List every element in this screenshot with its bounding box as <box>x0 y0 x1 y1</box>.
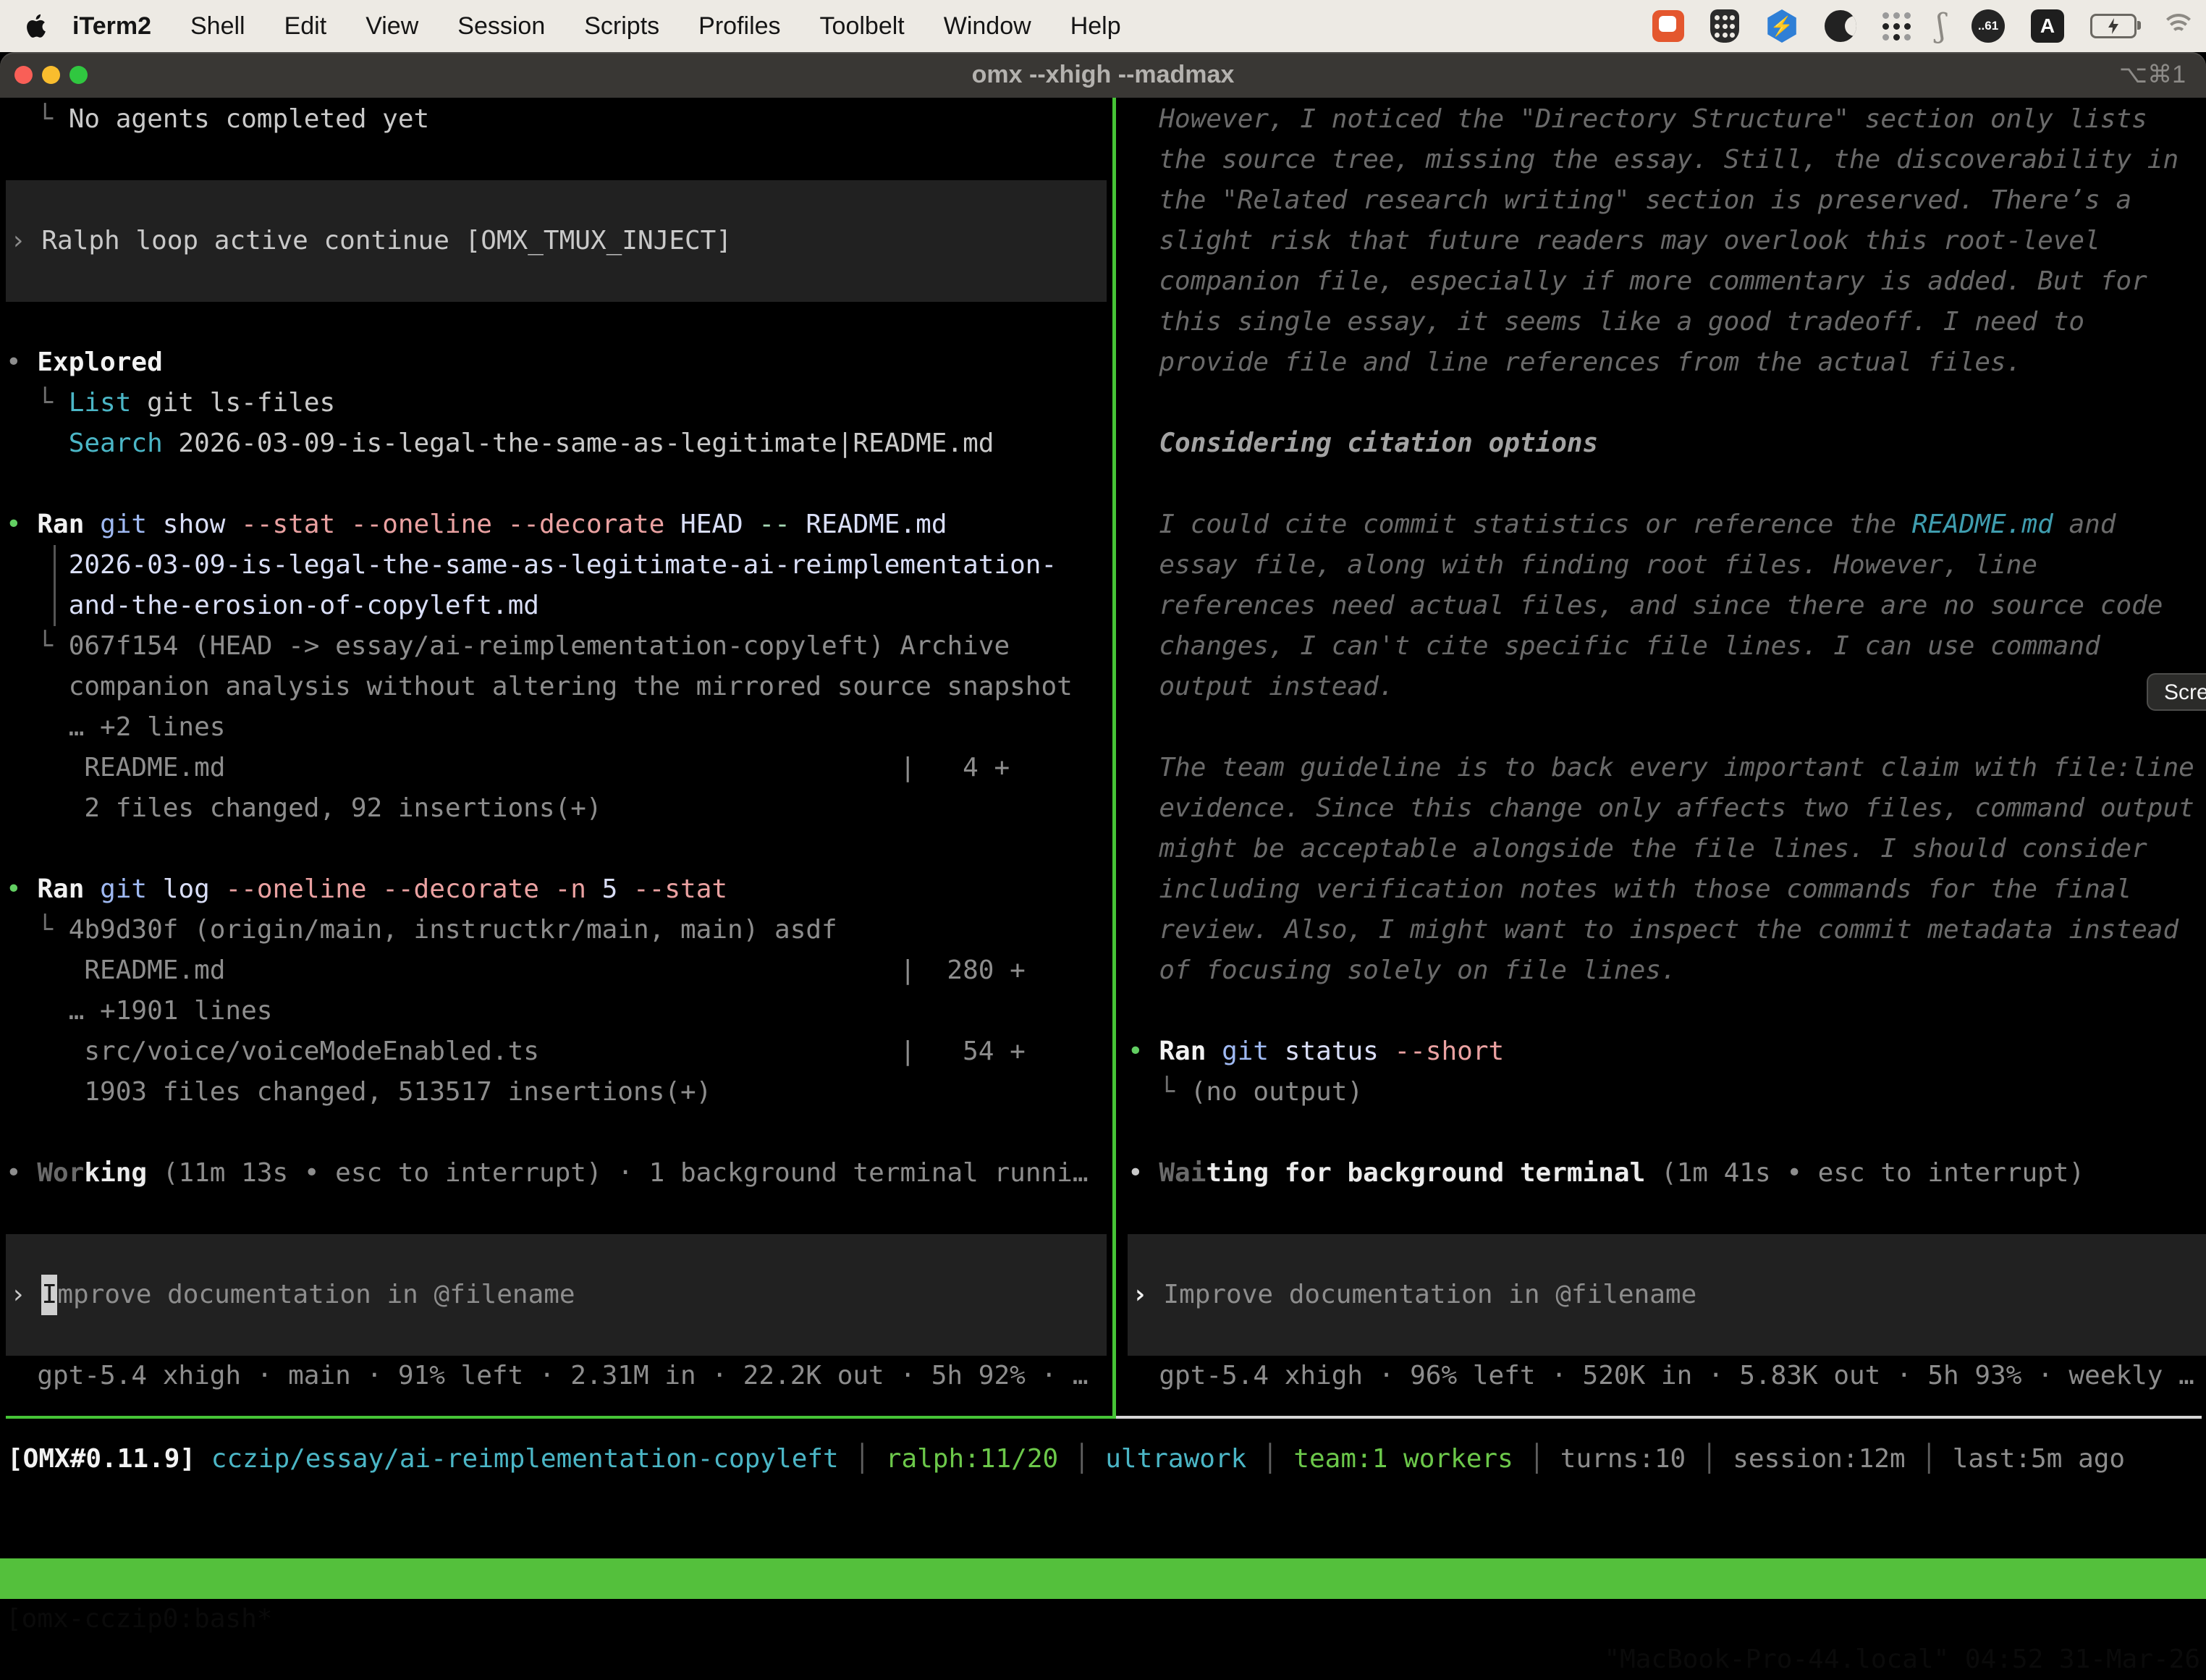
agent-prompt-input[interactable]: › Improve documentation in @filename <box>1128 1234 2206 1356</box>
terminal-line: the source tree, missing the essay. Stil… <box>1128 140 2206 180</box>
terminal-line: Search 2026-03-09-is-legal-the-same-as-l… <box>6 423 1112 464</box>
terminal-pane-left[interactable]: └ No agents completed yet › Ralph loop ac… <box>0 99 1112 1417</box>
terminal-line: • Ran git show --stat --oneline --decora… <box>6 505 1112 545</box>
terminal-line: review. Also, I might want to inspect th… <box>1128 910 2206 950</box>
terminal-blank-line <box>6 302 1112 342</box>
terminal-line: of focusing solely on file lines. <box>1128 950 2206 991</box>
terminal-line: 1903 files changed, 513517 insertions(+) <box>6 1072 1112 1113</box>
terminal-line: changes, I can't cite specific file line… <box>1128 626 2206 667</box>
squiggle-icon[interactable]: ʃ <box>1937 10 1945 42</box>
terminal-line: evidence. Since this change only affects… <box>1128 788 2206 829</box>
pane-bottom-border-inactive <box>1116 1416 2202 1419</box>
terminal-blank-line <box>1128 464 2206 505</box>
terminal-line: I could cite commit statistics or refere… <box>1128 505 2206 545</box>
terminal-line: • Working (11m 13s • esc to interrupt) ·… <box>6 1153 1112 1194</box>
window-title: omx --xhigh --madmax <box>0 52 2206 98</box>
chat-app-icon[interactable] <box>1652 10 1684 42</box>
wifi-icon[interactable] <box>2163 14 2194 38</box>
terminal-line: references need actual files, and since … <box>1128 586 2206 626</box>
omx-status-line: [OMX#0.11.9] cczip/essay/ai-reimplementa… <box>7 1439 2125 1480</box>
terminal-blank-line <box>6 140 1112 180</box>
terminal-line: However, I noticed the "Directory Struct… <box>1128 99 2206 140</box>
terminal-line: gpt-5.4 xhigh · main · 91% left · 2.31M … <box>6 1356 1112 1396</box>
menu-bar-status-icons: ⚡ ʃ ..61 A <box>1652 9 2206 43</box>
terminal-line: • Ran git status --short <box>1128 1031 2206 1072</box>
terminal-line: Considering citation options <box>1128 423 2206 464</box>
terminal-line: … +1901 lines <box>6 991 1112 1031</box>
terminal-line: The team guideline is to back every impo… <box>1128 748 2206 788</box>
terminal-line: • Ran git log --oneline --decorate -n 5 … <box>6 869 1112 910</box>
terminal-line: … +2 lines <box>6 707 1112 748</box>
keypad-shield-icon[interactable] <box>1710 9 1739 43</box>
pane-divider[interactable] <box>1112 98 1116 1417</box>
terminal-line: this single essay, it seems like a good … <box>1128 302 2206 342</box>
terminal-line: └ 4b9d30f (origin/main, instructkr/main,… <box>6 910 1112 950</box>
terminal-line: 2026-03-09-is-legal-the-same-as-legitima… <box>6 545 1112 586</box>
a-badge-icon[interactable]: A <box>2031 9 2064 43</box>
menu-item-toolbelt[interactable]: Toolbelt <box>800 12 924 41</box>
menu-bar: iTerm2ShellEditViewSessionScriptsProfile… <box>0 0 2206 52</box>
terminal-line: and-the-erosion-of-copyleft.md <box>6 586 1112 626</box>
terminal-pane-right[interactable]: However, I noticed the "Directory Struct… <box>1122 99 2206 1417</box>
ralph-loop-banner: › Ralph loop active continue [OMX_TMUX_I… <box>6 180 1107 302</box>
menu-item-shell[interactable]: Shell <box>171 12 265 41</box>
badge-61-icon[interactable]: ..61 <box>1972 9 2005 43</box>
terminal-line: └ No agents completed yet <box>6 99 1112 140</box>
terminal-line: └ 067f154 (HEAD -> essay/ai-reimplementa… <box>6 626 1112 667</box>
terminal-blank-line <box>1128 991 2206 1031</box>
dark-circle-icon[interactable] <box>1825 10 1856 42</box>
pane-bottom-border-active <box>6 1416 1116 1419</box>
terminal-line: companion file, especially if more comme… <box>1128 261 2206 302</box>
dots-grid-icon[interactable] <box>1882 12 1911 41</box>
terminal-blank-line <box>1128 383 2206 423</box>
terminal-blank-line <box>6 1113 1112 1153</box>
desktop: { "menu_bar": { "items": ["iTerm2", "She… <box>0 0 2206 1616</box>
terminal-line: README.md | 4 + <box>6 748 1112 788</box>
screen-share-button[interactable]: Scre <box>2147 673 2206 711</box>
menu-items: iTerm2ShellEditViewSessionScriptsProfile… <box>55 12 1141 41</box>
terminal-line: gpt-5.4 xhigh · 96% left · 520K in · 5.8… <box>1128 1356 2206 1396</box>
blue-badge-icon[interactable]: ⚡ <box>1765 9 1799 43</box>
terminal-line: might be acceptable alongside the file l… <box>1128 829 2206 869</box>
terminal-blank-line <box>1128 707 2206 748</box>
menu-item-session[interactable]: Session <box>438 12 565 41</box>
terminal-line: • Waiting for background terminal (1m 41… <box>1128 1153 2206 1194</box>
terminal-line: the "Related research writing" section i… <box>1128 180 2206 221</box>
agent-prompt-input[interactable]: › Improve documentation in @filename <box>6 1234 1107 1356</box>
apple-menu-icon[interactable] <box>26 13 48 39</box>
terminal-line: essay file, along with finding root file… <box>1128 545 2206 586</box>
terminal-line: provide file and line references from th… <box>1128 342 2206 383</box>
terminal-blank-line <box>1128 1113 2206 1153</box>
terminal-line: src/voice/voiceModeEnabled.ts | 54 + <box>6 1031 1112 1072</box>
menu-item-scripts[interactable]: Scripts <box>565 12 679 41</box>
terminal-line: • Explored <box>6 342 1112 383</box>
terminal-line: output instead. <box>1128 667 2206 707</box>
terminal-line: including verification notes with those … <box>1128 869 2206 910</box>
menu-item-profiles[interactable]: Profiles <box>679 12 800 41</box>
tmux-host-clock: "MacBook-Pro-44.local" 04:52 31-Mar-26 <box>1604 1639 2200 1680</box>
window-shortcut-badge: ⌥⌘1 <box>2119 52 2186 98</box>
terminal-line: README.md | 280 + <box>6 950 1112 991</box>
terminal-blank-line <box>6 464 1112 505</box>
window-title-bar: omx --xhigh --madmax ⌥⌘1 <box>0 52 2206 98</box>
menu-item-view[interactable]: View <box>346 12 438 41</box>
tmux-session-name: [omx-cczip0:bash* <box>6 1599 272 1639</box>
menu-item-window[interactable]: Window <box>924 12 1051 41</box>
terminal-line: slight risk that future readers may over… <box>1128 221 2206 261</box>
terminal-line: 2 files changed, 92 insertions(+) <box>6 788 1112 829</box>
menu-item-help[interactable]: Help <box>1051 12 1141 41</box>
terminal-blank-line <box>6 1194 1112 1234</box>
terminal-blank-line <box>6 829 1112 869</box>
battery-icon[interactable] <box>2090 14 2137 38</box>
terminal-blank-line <box>1128 1194 2206 1234</box>
tmux-status-bar: [omx-cczip0:bash* "MacBook-Pro-44.local"… <box>0 1558 2206 1599</box>
terminal-line: └ (no output) <box>1128 1072 2206 1113</box>
menu-item-edit[interactable]: Edit <box>265 12 347 41</box>
terminal-line: companion analysis without altering the … <box>6 667 1112 707</box>
terminal-line: └ List git ls-files <box>6 383 1112 423</box>
menu-item-iterm2[interactable]: iTerm2 <box>55 12 171 41</box>
